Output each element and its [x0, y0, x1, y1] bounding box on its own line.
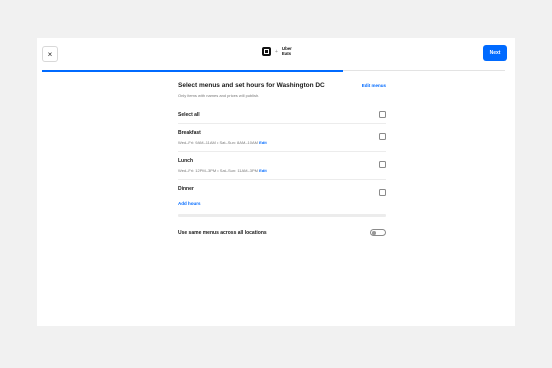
select-all-row[interactable]: Select all	[178, 106, 386, 124]
next-button[interactable]: Next	[483, 45, 507, 61]
same-menus-row: Use same menus across all locations	[178, 229, 386, 236]
menu-checkbox-dinner[interactable]	[379, 189, 386, 196]
select-all-label: Select all	[178, 111, 200, 118]
uber-eats-logo: Uber Eats	[281, 46, 292, 56]
page-title: Select menus and set hours for Washingto…	[178, 82, 325, 89]
subtitle: Only items with names and prices will pu…	[178, 93, 260, 98]
hours-text: Wed–Fri: 12PM–3PM • Sat–Sun: 11AM–3PM	[178, 168, 258, 173]
menu-selection: Select menus and set hours for Washingto…	[178, 82, 386, 236]
hours-text: Wed–Fri: 9AM–11AM • Sat–Sun: 8AM–10AM	[178, 140, 258, 145]
setup-card: × + Uber Eats Next Select menus and set …	[37, 38, 515, 326]
section-divider	[178, 214, 386, 217]
same-menus-label: Use same menus across all locations	[178, 229, 267, 236]
menu-name: Dinner	[178, 186, 194, 192]
menu-name: Breakfast	[178, 130, 201, 136]
edit-menus-link[interactable]: Edit menus	[362, 83, 386, 88]
plus-sign: +	[275, 48, 278, 55]
close-button[interactable]: ×	[42, 46, 58, 62]
square-logo-icon	[262, 47, 271, 56]
progress-track	[42, 69, 505, 72]
add-hours-link[interactable]: Add hours	[178, 201, 201, 206]
menu-name: Lunch	[178, 158, 193, 164]
menu-checkbox-lunch[interactable]	[379, 161, 386, 168]
menu-checkbox-breakfast[interactable]	[379, 133, 386, 140]
progress-fill	[42, 69, 343, 72]
heading-row: Select menus and set hours for Washingto…	[178, 82, 386, 89]
menu-row-dinner: Dinner Add hours	[178, 180, 386, 208]
edit-hours-link[interactable]: Edit	[259, 168, 267, 173]
close-icon: ×	[47, 49, 53, 59]
menu-row-breakfast: Breakfast Wed–Fri: 9AM–11AM • Sat–Sun: 8…	[178, 124, 386, 152]
same-menus-toggle[interactable]	[370, 229, 386, 236]
edit-hours-link[interactable]: Edit	[259, 140, 267, 145]
menu-hours: Wed–Fri: 12PM–3PM • Sat–Sun: 11AM–3PM Ed…	[178, 168, 386, 173]
uber-logo-line2: Eats	[281, 50, 292, 56]
select-all-checkbox[interactable]	[379, 111, 386, 118]
menu-row-lunch: Lunch Wed–Fri: 12PM–3PM • Sat–Sun: 11AM–…	[178, 152, 386, 180]
brand-logos: + Uber Eats	[262, 46, 292, 56]
menu-hours: Wed–Fri: 9AM–11AM • Sat–Sun: 8AM–10AM Ed…	[178, 140, 386, 145]
